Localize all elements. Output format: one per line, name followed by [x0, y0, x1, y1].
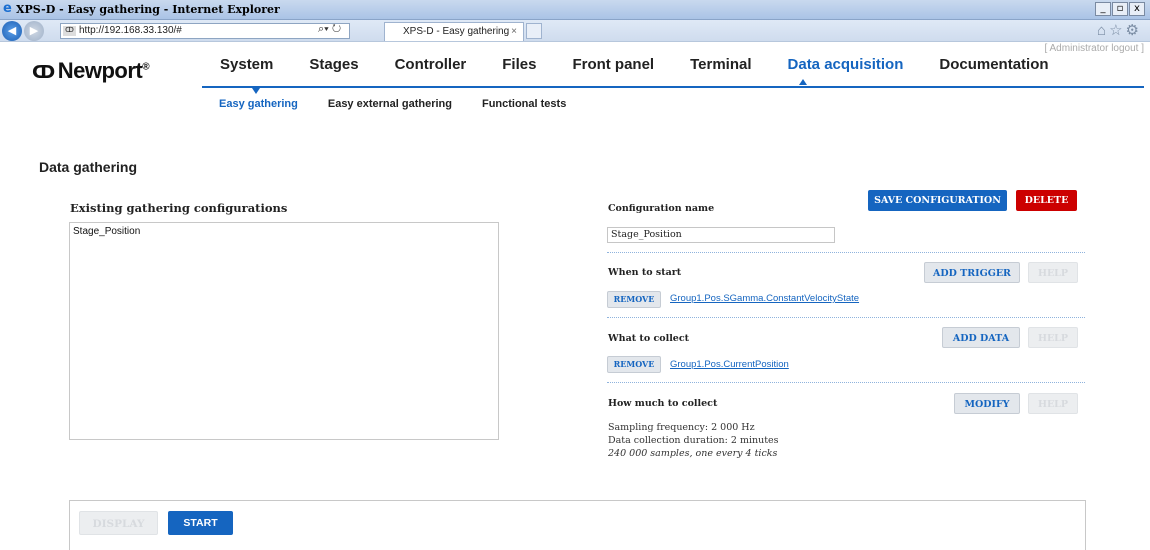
browser-tab[interactable]: XPS-D - Easy gathering ×: [384, 22, 524, 41]
address-text: http://192.168.33.130/#: [79, 25, 182, 36]
display-button[interactable]: DISPLAY: [79, 511, 158, 535]
address-bar[interactable]: ↀ http://192.168.33.130/#: [60, 23, 350, 39]
window-titlebar: e XPS-D - Easy gathering - Internet Expl…: [0, 0, 1150, 20]
logo-text: Newport: [57, 58, 143, 83]
admin-logout-link[interactable]: [ Administrator logout ]: [1045, 43, 1145, 54]
nav-divider: [202, 86, 1144, 88]
bottom-action-panel: DISPLAY START: [69, 500, 1086, 550]
configuration-option[interactable]: Stage_Position: [73, 226, 495, 237]
search-dropdown-icon[interactable]: ⌕▾ ↻: [318, 23, 341, 36]
subnav-functional-tests[interactable]: Functional tests: [482, 98, 566, 110]
sampling-frequency-text: Sampling frequency: 2 000 Hz: [608, 422, 755, 433]
how-much-to-collect-label: How much to collect: [608, 398, 718, 409]
tab-close-icon[interactable]: ×: [511, 23, 517, 40]
window-title: XPS-D - Easy gathering - Internet Explor…: [16, 3, 280, 16]
back-arrow-icon[interactable]: ◀: [2, 21, 22, 41]
tab-title: XPS-D - Easy gathering: [403, 26, 510, 37]
internet-explorer-icon: e: [3, 1, 12, 16]
configuration-name-label: Configuration name: [608, 203, 715, 214]
minimize-button[interactable]: _: [1095, 2, 1111, 16]
new-tab-button[interactable]: [526, 23, 542, 39]
trigger-item-link[interactable]: Group1.Pos.SGamma.ConstantVelocityState: [670, 293, 859, 304]
samples-summary-text: 240 000 samples, one every 4 ticks: [608, 448, 778, 459]
what-to-collect-label: What to collect: [608, 333, 690, 344]
delete-button[interactable]: DELETE: [1016, 190, 1077, 211]
remove-trigger-button[interactable]: REMOVE: [607, 291, 661, 308]
section-divider: [607, 252, 1085, 253]
nav-terminal[interactable]: Terminal: [690, 56, 751, 73]
trigger-help-button[interactable]: HELP: [1028, 262, 1078, 283]
main-nav: System Stages Controller Files Front pan…: [220, 56, 1085, 73]
page-title: Data gathering: [39, 159, 138, 175]
collection-duration-text: Data collection duration: 2 minutes: [608, 435, 779, 446]
logo-registered-mark: ®: [142, 61, 150, 73]
active-nav-caret-icon: [799, 79, 807, 85]
existing-configurations-title: Existing gathering configurations: [70, 201, 288, 215]
sub-nav: Easy gathering Easy external gathering F…: [219, 98, 596, 110]
newport-logo-mark-icon: ↀ: [32, 62, 55, 83]
configuration-name-input[interactable]: Stage_Position: [607, 227, 835, 243]
start-button[interactable]: START: [168, 511, 233, 535]
remove-data-button[interactable]: REMOVE: [607, 356, 661, 373]
active-subnav-caret-icon: [252, 88, 260, 94]
browser-toolbar: ◀ ▶ ↀ http://192.168.33.130/# ⌕▾ ↻ XPS-D…: [0, 20, 1150, 42]
restore-button[interactable]: ▫: [1112, 2, 1128, 16]
subnav-easy-external-gathering[interactable]: Easy external gathering: [328, 98, 452, 110]
amount-help-button[interactable]: HELP: [1028, 393, 1078, 414]
modify-button[interactable]: MODIFY: [954, 393, 1020, 414]
section-divider: [607, 317, 1085, 318]
home-favorites-settings-icons[interactable]: ⌂☆⚙: [1097, 21, 1142, 39]
site-favicon-icon: ↀ: [63, 26, 76, 36]
data-help-button[interactable]: HELP: [1028, 327, 1078, 348]
configurations-listbox[interactable]: Stage_Position: [69, 222, 499, 440]
window-controls: _ ▫ x: [1095, 2, 1145, 16]
nav-data-acquisition[interactable]: Data acquisition: [788, 56, 904, 73]
close-window-button[interactable]: x: [1129, 2, 1145, 16]
section-divider: [607, 382, 1085, 383]
nav-documentation[interactable]: Documentation: [939, 56, 1048, 73]
nav-files[interactable]: Files: [502, 56, 536, 73]
add-trigger-button[interactable]: ADD TRIGGER: [924, 262, 1020, 283]
add-data-button[interactable]: ADD DATA: [942, 327, 1020, 348]
nav-front-panel[interactable]: Front panel: [572, 56, 654, 73]
newport-logo: ↀ Newport®: [32, 58, 150, 84]
forward-arrow-icon[interactable]: ▶: [24, 21, 44, 41]
nav-controller[interactable]: Controller: [395, 56, 467, 73]
data-item-link[interactable]: Group1.Pos.CurrentPosition: [670, 359, 789, 370]
save-configuration-button[interactable]: SAVE CONFIGURATION: [868, 190, 1007, 211]
nav-system[interactable]: System: [220, 56, 273, 73]
subnav-easy-gathering[interactable]: Easy gathering: [219, 98, 298, 110]
when-to-start-label: When to start: [608, 267, 682, 278]
nav-stages[interactable]: Stages: [309, 56, 358, 73]
